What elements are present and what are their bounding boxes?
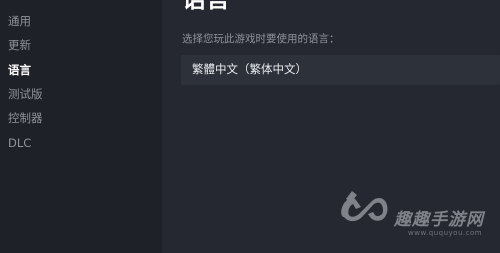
sidebar-item-updates[interactable]: 更新 (8, 38, 31, 52)
sidebar-item-language[interactable]: 语言 (8, 63, 31, 77)
language-select[interactable]: 繁體中文（繁体中文） (181, 55, 500, 85)
site-watermark: 趣趣手游网 www.ququyou.com (338, 185, 498, 245)
watermark-brand: 趣趣手游网 (394, 210, 484, 230)
language-prompt-label: 选择您玩此游戏时要使用的语言： (182, 33, 340, 45)
page-title: 语言 (182, 0, 230, 13)
sidebar-item-dlc[interactable]: DLC (8, 136, 31, 150)
properties-sidebar: 通用 更新 语言 测试版 控制器 DLC (0, 0, 162, 253)
game-properties-window: 通用 更新 语言 测试版 控制器 DLC 语言 选择您玩此游戏时要使用的语言： … (0, 0, 500, 253)
watermark-url: www.ququyou.com (408, 229, 483, 237)
sidebar-item-controller[interactable]: 控制器 (8, 111, 43, 125)
language-select-value: 繁體中文（繁体中文） (192, 62, 307, 76)
sidebar-item-general[interactable]: 通用 (8, 14, 31, 28)
game-controller-logo-icon (341, 191, 388, 222)
sidebar-item-betas[interactable]: 测试版 (8, 87, 43, 101)
